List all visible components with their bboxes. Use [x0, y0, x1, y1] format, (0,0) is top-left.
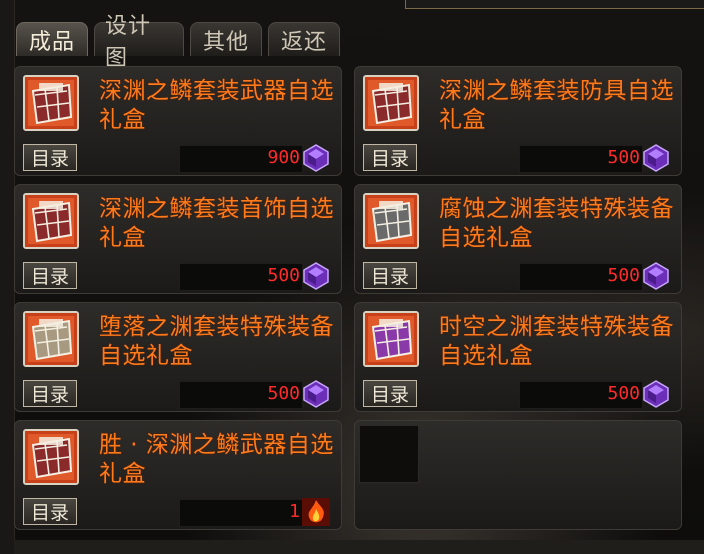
item-card[interactable]: 时空之渊套装特殊装备自选礼盒 目录 500 — [354, 302, 682, 412]
item-title: 胜 · 深渊之鳞武器自选礼盒 — [99, 432, 334, 487]
armor-giftbox-icon[interactable] — [363, 75, 419, 131]
accessory-giftbox-icon[interactable] — [23, 193, 79, 249]
item-card[interactable]: 堕落之渊套装特殊装备自选礼盒 目录 500 — [14, 302, 342, 412]
price-box: 500 — [519, 145, 643, 173]
weapon-giftbox-icon[interactable] — [23, 429, 79, 485]
purple-crystal-icon — [641, 261, 671, 291]
catalog-button[interactable]: 目录 — [363, 144, 417, 171]
catalog-button[interactable]: 目录 — [23, 144, 77, 171]
tab-blueprints[interactable]: 设计图 — [94, 14, 184, 71]
purple-crystal-icon — [301, 261, 331, 291]
item-title: 深渊之鳞套装首饰自选礼盒 — [99, 196, 334, 251]
purple-crystal-icon — [301, 379, 331, 409]
item-card[interactable]: 胜 · 深渊之鳞武器自选礼盒 目录 1 — [14, 420, 342, 530]
purple-crystal-icon — [301, 143, 331, 173]
item-card[interactable]: 深渊之鳞套装首饰自选礼盒 目录 500 — [14, 184, 342, 294]
item-price: 900 — [267, 147, 300, 168]
purple-crystal-icon — [641, 143, 671, 173]
price-box: 500 — [519, 263, 643, 291]
price-box: 1 — [179, 499, 303, 527]
item-card[interactable]: 腐蚀之渊套装特殊装备自选礼盒 目录 500 — [354, 184, 682, 294]
tab-finished-goods[interactable]: 成品 — [16, 22, 88, 56]
weapon-giftbox-icon[interactable] — [23, 75, 79, 131]
price-box: 500 — [179, 263, 303, 291]
item-price: 500 — [607, 383, 640, 404]
item-title: 腐蚀之渊套装特殊装备自选礼盒 — [439, 196, 674, 251]
catalog-button[interactable]: 目录 — [23, 262, 77, 289]
category-tabs: 成品 设计图 其他 返还 — [16, 14, 340, 71]
fire-token-icon — [301, 497, 331, 527]
catalog-button[interactable]: 目录 — [363, 262, 417, 289]
special-giftbox-icon[interactable] — [363, 193, 419, 249]
tab-others[interactable]: 其他 — [190, 22, 262, 56]
price-box: 500 — [179, 381, 303, 409]
catalog-button[interactable]: 目录 — [23, 380, 77, 407]
special-giftbox-icon[interactable] — [363, 311, 419, 367]
item-price: 500 — [607, 265, 640, 286]
item-card[interactable]: 深渊之鳞套装武器自选礼盒 目录 900 — [14, 66, 342, 176]
tab-returns[interactable]: 返还 — [268, 22, 340, 56]
top-frame-bar — [405, 0, 704, 9]
item-price: 500 — [267, 383, 300, 404]
purple-crystal-icon — [641, 379, 671, 409]
catalog-button[interactable]: 目录 — [363, 380, 417, 407]
item-price: 500 — [607, 147, 640, 168]
next-row-partial — [14, 540, 704, 554]
left-panel-edge — [0, 0, 15, 554]
item-price: 500 — [267, 265, 300, 286]
item-price: 1 — [289, 501, 300, 522]
price-box: 500 — [519, 381, 643, 409]
empty-item-slot — [354, 420, 682, 530]
item-title: 深渊之鳞套装武器自选礼盒 — [99, 78, 334, 133]
item-title: 深渊之鳞套装防具自选礼盒 — [439, 78, 674, 133]
item-card[interactable]: 深渊之鳞套装防具自选礼盒 目录 500 — [354, 66, 682, 176]
item-title: 堕落之渊套装特殊装备自选礼盒 — [99, 314, 334, 369]
empty-icon-slot — [359, 425, 419, 483]
item-title: 时空之渊套装特殊装备自选礼盒 — [439, 314, 674, 369]
price-box: 900 — [179, 145, 303, 173]
catalog-button[interactable]: 目录 — [23, 498, 77, 525]
special-giftbox-icon[interactable] — [23, 311, 79, 367]
